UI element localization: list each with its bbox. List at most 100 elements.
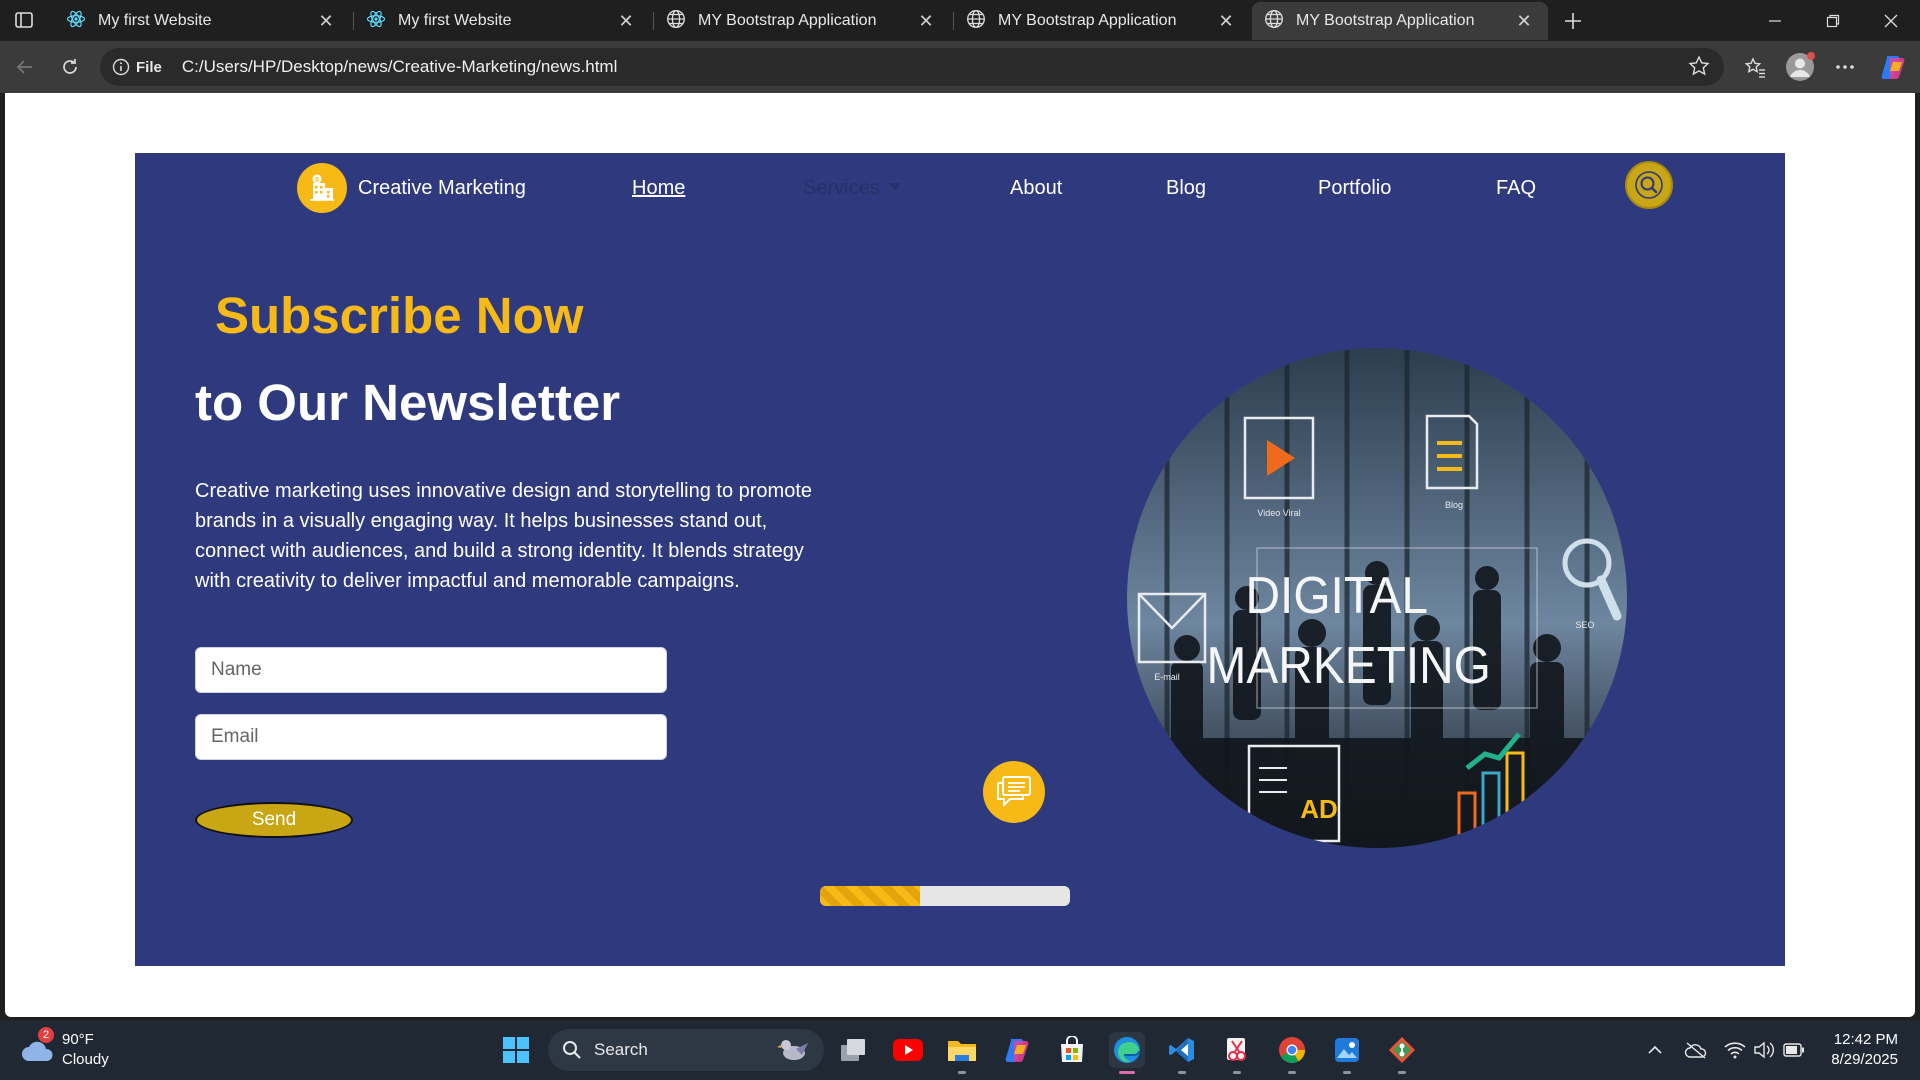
digital-marketing-image: Video Viral Blog SEO E-mail DIGITAL MARK… (1127, 348, 1627, 848)
file-explorer-icon[interactable] (944, 1032, 980, 1074)
browser-tab[interactable]: My first Website ✕ (354, 2, 650, 40)
svg-text:$: $ (315, 176, 319, 183)
running-indicator (1288, 1071, 1296, 1074)
onedrive-offline-icon[interactable] (1684, 1038, 1708, 1062)
browser-tab[interactable]: MY Bootstrap Application ✕ (654, 2, 950, 40)
microsoft-store-icon[interactable] (1054, 1032, 1090, 1068)
system-clock[interactable]: 12:42 PM 8/29/2025 (1831, 1030, 1898, 1070)
minimize-icon[interactable] (1746, 0, 1804, 41)
image-text-line2: MARKETING (1207, 636, 1491, 694)
chat-button[interactable] (983, 761, 1045, 823)
nav-faq[interactable]: FAQ (1496, 177, 1536, 200)
battery-icon[interactable] (1782, 1038, 1806, 1062)
tab-title: MY Bootstrap Application (998, 12, 1177, 29)
image-tag-ad: AD (1300, 794, 1338, 824)
running-indicator (958, 1071, 966, 1074)
nav-services-dropdown[interactable]: Services (803, 177, 901, 200)
close-icon[interactable]: ✕ (1514, 11, 1534, 31)
running-indicator (1343, 1071, 1351, 1074)
address-bar[interactable]: File C:/Users/HP/Desktop/news/Creative-M… (100, 48, 1724, 86)
chevron-up-icon[interactable] (1643, 1038, 1667, 1062)
taskbar-search-label: Search (594, 1040, 648, 1059)
weather-badge: 2 (38, 1027, 54, 1043)
search-button[interactable] (1625, 161, 1673, 209)
info-icon (112, 58, 130, 76)
running-indicator (1398, 1071, 1406, 1074)
more-options-icon[interactable] (1828, 51, 1862, 83)
send-button[interactable]: Send (195, 802, 353, 838)
browser-tab-active[interactable]: MY Bootstrap Application ✕ (1252, 2, 1548, 40)
globe-icon (666, 9, 686, 34)
image-tag-seo: SEO (1575, 620, 1594, 630)
snipping-tool-icon[interactable] (1219, 1032, 1255, 1074)
running-indicator (1178, 1071, 1186, 1074)
caret-down-icon (888, 183, 901, 190)
restore-icon[interactable] (1804, 0, 1862, 41)
image-tag-email: E-mail (1154, 672, 1180, 682)
scheme-label: File (136, 58, 162, 76)
nav-about[interactable]: About (1010, 177, 1062, 200)
taskbar-search[interactable]: Search (548, 1029, 824, 1071)
running-indicator (1233, 1071, 1241, 1074)
search-icon (563, 1041, 581, 1059)
start-icon[interactable] (498, 1032, 534, 1068)
site-info-button[interactable]: File (112, 58, 162, 76)
site-container: $ Creative Marketing Home Services About… (135, 153, 1785, 966)
new-tab-icon[interactable] (1558, 6, 1588, 36)
brand[interactable]: $ Creative Marketing (297, 163, 526, 213)
reload-icon[interactable] (54, 51, 86, 83)
copilot-icon[interactable] (1876, 51, 1910, 83)
name-input[interactable] (195, 647, 667, 693)
progress-fill (820, 886, 920, 906)
tab-title: My first Website (398, 12, 512, 29)
hero-description: Creative marketing uses innovative desig… (195, 480, 812, 592)
progress-bar (820, 886, 1070, 906)
weather-widget[interactable]: 2 90°F Cloudy (20, 1027, 109, 1070)
close-icon[interactable]: ✕ (616, 11, 636, 31)
tab-actions-icon[interactable] (10, 8, 38, 32)
tab-title: My first Website (98, 12, 212, 29)
browser-tab[interactable]: My first Website ✕ (54, 2, 350, 40)
volume-icon[interactable] (1752, 1038, 1776, 1062)
chrome-icon[interactable] (1274, 1032, 1310, 1074)
hero-subtitle: Subscribe Now (215, 287, 584, 344)
weather-condition: Cloudy (62, 1051, 109, 1068)
close-icon[interactable]: ✕ (1216, 11, 1236, 31)
taskbar: 2 90°F Cloudy Search 12:42 PM 8/29/2025 (0, 1020, 1920, 1080)
youtube-icon[interactable] (890, 1032, 926, 1068)
wifi-icon[interactable] (1723, 1038, 1747, 1062)
nav-services-label: Services (803, 177, 880, 199)
image-tag-video: Video Viral (1257, 508, 1300, 518)
star-icon[interactable] (1688, 55, 1710, 82)
close-window-icon[interactable] (1862, 0, 1920, 41)
task-view-icon[interactable] (835, 1032, 871, 1068)
tab-title: MY Bootstrap Application (1296, 12, 1475, 29)
search-icon (1635, 171, 1663, 199)
nav-blog[interactable]: Blog (1166, 177, 1206, 200)
weather-temp: 90°F (62, 1031, 94, 1048)
back-icon[interactable] (9, 51, 41, 83)
brand-name: Creative Marketing (358, 176, 526, 199)
vscode-icon[interactable] (1164, 1032, 1200, 1074)
building-icon: $ (297, 163, 347, 213)
chat-icon (997, 776, 1031, 808)
git-icon[interactable] (1384, 1032, 1420, 1074)
close-icon[interactable]: ✕ (316, 11, 336, 31)
page-viewport: $ Creative Marketing Home Services About… (5, 93, 1915, 1017)
copilot-app-icon[interactable] (999, 1032, 1035, 1068)
favorites-icon[interactable] (1738, 51, 1772, 83)
nav-portfolio[interactable]: Portfolio (1318, 177, 1391, 200)
url-text[interactable]: C:/Users/HP/Desktop/news/Creative-Market… (182, 57, 618, 77)
photos-icon[interactable] (1329, 1032, 1365, 1074)
image-text-line1: DIGITAL (1246, 566, 1428, 624)
bird-icon (777, 1040, 808, 1060)
tab-strip: My first Website ✕ My first Website ✕ MY… (0, 0, 1920, 41)
running-indicator (1119, 1071, 1135, 1074)
email-input[interactable] (195, 714, 667, 760)
close-icon[interactable]: ✕ (916, 11, 936, 31)
profile-avatar[interactable] (1783, 51, 1817, 83)
nav-home[interactable]: Home (632, 177, 685, 200)
edge-icon[interactable] (1109, 1032, 1145, 1074)
react-icon (66, 9, 86, 34)
browser-tab[interactable]: MY Bootstrap Application ✕ (954, 2, 1250, 40)
